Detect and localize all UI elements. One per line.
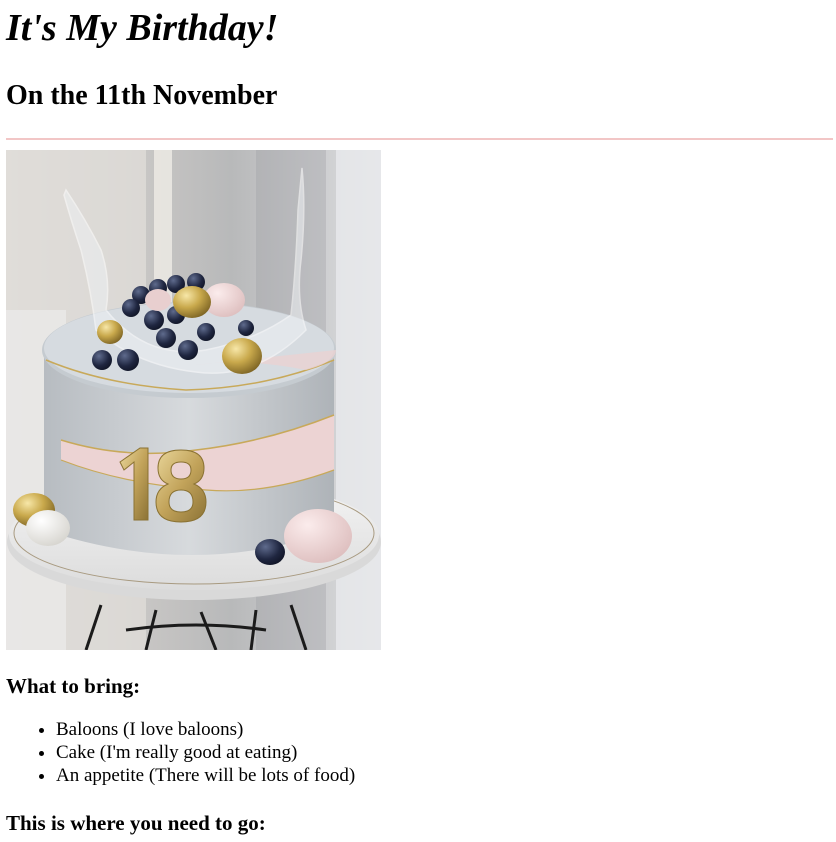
list-item: Cake (I'm really good at eating) [56, 741, 830, 764]
divider [6, 138, 833, 140]
bring-list: Baloons (I love baloons) Cake (I'm reall… [6, 718, 830, 787]
page-title: It's My Birthday! [6, 7, 279, 49]
birthday-cake-image [6, 150, 381, 651]
list-item: An appetite (There will be lots of food) [56, 764, 830, 787]
bring-heading: What to bring: [6, 674, 141, 698]
location-heading: This is where you need to go: [6, 811, 266, 835]
list-item: Baloons (I love baloons) [56, 718, 830, 741]
page-subtitle: On the 11th November [6, 80, 278, 111]
